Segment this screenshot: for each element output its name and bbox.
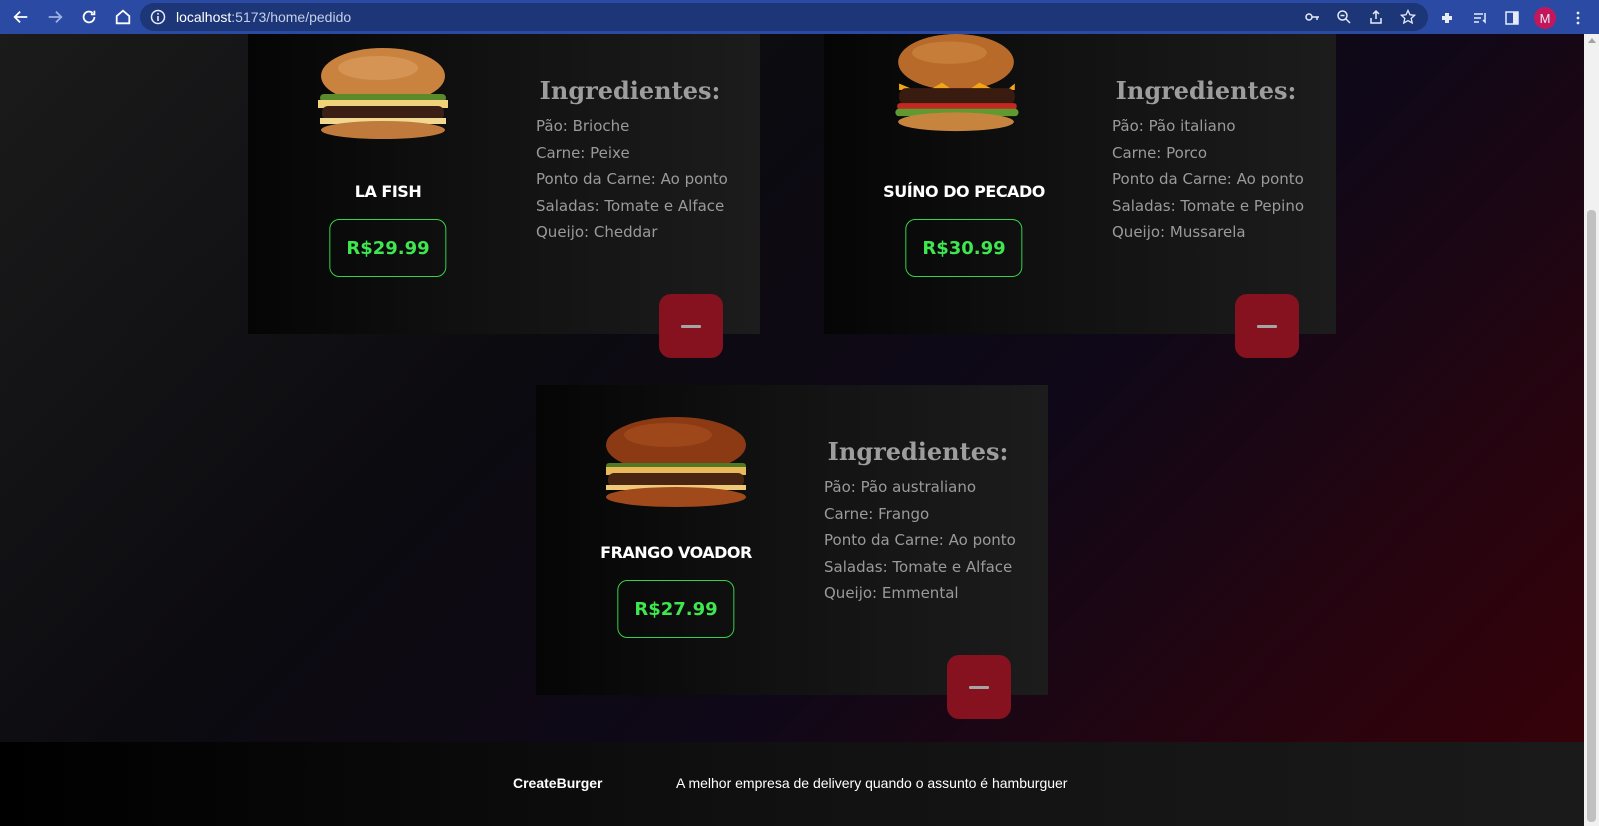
burger-name: FRANGO VOADOR	[600, 543, 752, 562]
ingredient-line: Queijo: Emmental	[824, 584, 959, 602]
reload-icon[interactable]	[76, 4, 102, 30]
minus-icon	[969, 685, 989, 689]
back-icon[interactable]	[8, 4, 34, 30]
browser-toolbar: localhost:5173/home/pedido M	[0, 0, 1599, 34]
footer-brand: CreateBurger	[513, 775, 603, 791]
ingredients-title: Ingredientes:	[827, 437, 1009, 466]
ingredient-line: Pão: Pão italiano	[1112, 117, 1236, 135]
side-panel-icon[interactable]	[1502, 8, 1522, 28]
price-badge: R$30.99	[905, 219, 1023, 277]
ingredients-title: Ingredientes:	[539, 76, 721, 105]
ingredient-line: Carne: Frango	[824, 504, 930, 523]
ingredient-line: Saladas: Tomate e Pepino	[1112, 196, 1305, 215]
ingredients-list: Ingredientes: Pão: Brioche Carne: Peixe …	[536, 76, 756, 246]
ingredient-line: Queijo: Mussarela	[1112, 223, 1246, 241]
site-info-icon[interactable]	[150, 9, 166, 25]
minus-icon	[681, 324, 701, 328]
ingredient-line: Saladas: Tomate e Alface	[824, 557, 1013, 576]
scroll-up-arrow-icon[interactable]	[1588, 38, 1596, 43]
extensions-icon[interactable]	[1438, 8, 1458, 28]
ingredient-line: Pão: Pão australiano	[824, 478, 977, 496]
scrollbar-thumb[interactable]	[1587, 210, 1596, 822]
reading-list-icon[interactable]	[1470, 8, 1490, 28]
burger-name: LA FISH	[354, 182, 422, 201]
bookmark-star-icon[interactable]	[1398, 7, 1418, 27]
ingredient-line: Carne: Peixe	[536, 143, 630, 162]
ingredients-list: Ingredientes: Pão: Pão australiano Carne…	[824, 437, 1044, 607]
price-badge: R$27.99	[617, 580, 735, 638]
ingredients-title: Ingredientes:	[1115, 76, 1297, 105]
ingredient-line: Ponto da Carne: Ao ponto	[824, 531, 1016, 549]
profile-avatar[interactable]: M	[1534, 7, 1556, 29]
footer-slogan: A melhor empresa de delivery quando o as…	[676, 775, 1068, 791]
menu-kebab-icon[interactable]	[1568, 8, 1588, 28]
burger-name: SUÍNO DO PECADO	[883, 182, 1045, 201]
key-icon[interactable]	[1302, 7, 1322, 27]
remove-item-button[interactable]	[1235, 294, 1299, 358]
ingredient-line: Queijo: Cheddar	[536, 223, 658, 241]
ingredient-line: Pão: Brioche	[536, 117, 630, 135]
price-badge: R$29.99	[329, 219, 447, 277]
url-text: localhost:5173/home/pedido	[176, 9, 352, 25]
home-icon[interactable]	[110, 4, 136, 30]
remove-item-button[interactable]	[659, 294, 723, 358]
zoom-icon[interactable]	[1334, 7, 1354, 27]
vertical-scrollbar[interactable]	[1584, 34, 1599, 826]
ingredients-list: Ingredientes: Pão: Pão italiano Carne: P…	[1112, 76, 1332, 246]
order-card: LA FISH R$29.99 Ingredientes: Pão: Brioc…	[248, 34, 760, 358]
site-footer: CreateBurger A melhor empresa de deliver…	[0, 742, 1584, 826]
minus-icon	[1257, 324, 1277, 328]
address-bar[interactable]: localhost:5173/home/pedido	[140, 3, 1428, 31]
ingredient-line: Saladas: Tomate e Alface	[536, 196, 725, 215]
order-card: FRANGO VOADOR R$27.99 Ingredientes: Pão:…	[536, 385, 1048, 719]
remove-item-button[interactable]	[947, 655, 1011, 719]
ingredient-line: Ponto da Carne: Ao ponto	[1112, 170, 1304, 188]
forward-icon[interactable]	[42, 4, 68, 30]
share-icon[interactable]	[1366, 7, 1386, 27]
ingredient-line: Carne: Porco	[1112, 143, 1208, 162]
ingredient-line: Ponto da Carne: Ao ponto	[536, 170, 728, 188]
page-content: LA FISH R$29.99 Ingredientes: Pão: Brioc…	[0, 34, 1584, 826]
order-card: SUÍNO DO PECADO R$30.99 Ingredientes: Pã…	[824, 34, 1336, 358]
